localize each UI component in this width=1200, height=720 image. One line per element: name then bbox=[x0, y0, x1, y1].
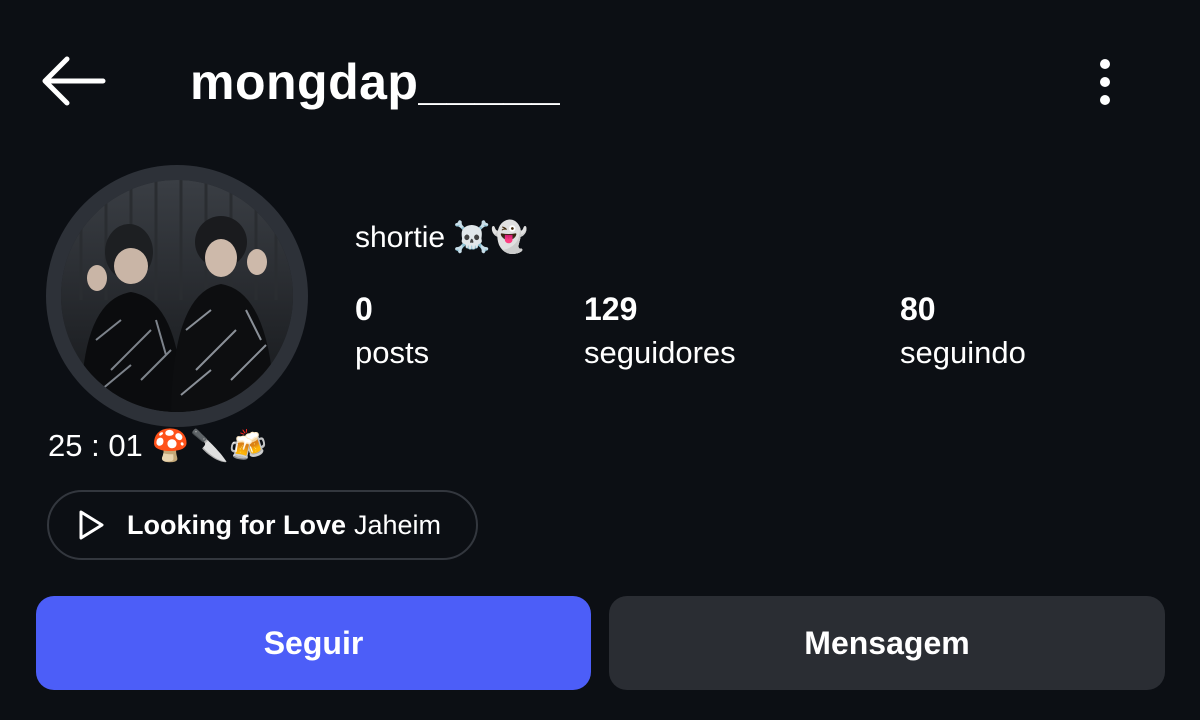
profile-music-chip[interactable]: Looking for Love Jaheim bbox=[47, 490, 478, 560]
posts-label: posts bbox=[355, 335, 430, 370]
following-count: 80 bbox=[900, 291, 936, 327]
posts-count: 0 bbox=[355, 291, 373, 327]
avatar-photo bbox=[61, 180, 293, 412]
stat-posts[interactable]: 0 posts bbox=[355, 288, 429, 376]
arrow-left-icon bbox=[42, 56, 106, 106]
followers-label: seguidores bbox=[584, 335, 736, 370]
song-artist: Jaheim bbox=[354, 509, 442, 540]
song-title: Looking for Love bbox=[127, 509, 346, 540]
play-icon bbox=[73, 508, 107, 542]
follow-button[interactable]: Seguir bbox=[36, 596, 591, 690]
message-button[interactable]: Mensagem bbox=[609, 596, 1165, 690]
profile-screen: mongdap_____ 25: 01 🍄🔪🍻 shortie ☠️👻 0 p… bbox=[0, 0, 1200, 720]
profile-username: mongdap_____ bbox=[190, 54, 561, 110]
profile-display-name: shortie ☠️👻 bbox=[355, 221, 529, 254]
profile-avatar[interactable] bbox=[46, 165, 308, 427]
followers-count: 129 bbox=[584, 291, 638, 327]
following-label: seguindo bbox=[900, 335, 1026, 370]
profile-bio: 25 : 01 🍄🔪🍻 bbox=[48, 428, 268, 463]
more-vertical-icon bbox=[1100, 59, 1110, 105]
back-button[interactable] bbox=[30, 48, 114, 114]
stat-followers[interactable]: 129 seguidores bbox=[584, 288, 736, 376]
stat-following[interactable]: 80 seguindo bbox=[900, 288, 1026, 376]
more-options-button[interactable] bbox=[1080, 52, 1130, 112]
